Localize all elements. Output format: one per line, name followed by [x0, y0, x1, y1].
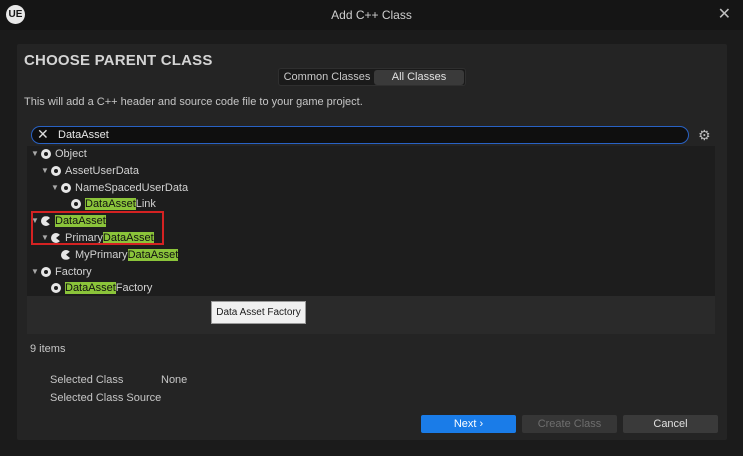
search-box: ✕: [31, 126, 689, 144]
tree-row[interactable]: ▼ DataAsset: [27, 213, 715, 229]
tree-row-label: Object: [55, 146, 87, 162]
page-title: CHOOSE PARENT CLASS: [24, 52, 213, 69]
tree-row-text: NameSpacedUserData: [75, 181, 189, 194]
selected-class-label: Selected Class: [50, 374, 124, 386]
item-count: 9 items: [30, 343, 66, 355]
expand-arrow-icon[interactable]: ▼: [41, 163, 49, 179]
search-match-highlight: DataAsset: [55, 215, 106, 228]
next-button[interactable]: Next ›: [421, 415, 516, 433]
selected-class-source-label: Selected Class Source: [50, 392, 162, 404]
class-filter-toggle: Common Classes All Classes: [278, 68, 466, 86]
tree-row-label: MyPrimaryDataAsset: [75, 247, 179, 263]
tree-row-text: Link: [135, 198, 156, 211]
tree-row-text: Factory: [115, 282, 153, 295]
clear-search-icon[interactable]: ✕: [37, 126, 49, 143]
tree-row-label: Factory: [55, 264, 92, 280]
description-text: This will add a C++ header and source co…: [24, 96, 363, 108]
tree-row-text: Object: [55, 148, 87, 160]
tree-row-label: NameSpacedUserData: [75, 180, 188, 196]
add-cpp-class-window: UE Add C++ Class ✕ CHOOSE PARENT CLASS C…: [0, 0, 743, 456]
tree-row-text: AssetUserData: [65, 164, 139, 177]
gear-icon[interactable]: ⚙: [698, 127, 711, 144]
tree-row[interactable]: ▼ Factory: [27, 264, 715, 280]
expand-arrow-icon[interactable]: ▼: [31, 213, 39, 229]
tree-row-text: Primary: [65, 232, 103, 244]
tree-row-label: DataAssetFactory: [65, 280, 152, 296]
tree-row-text: Factory: [55, 265, 92, 278]
tree-row[interactable]: MyPrimaryDataAsset: [27, 247, 715, 263]
class-tree: ▼ Object ▼ AssetUserData ▼ NameSpacedUserData…: [27, 146, 715, 296]
data-asset-icon: [51, 233, 61, 243]
selected-class-value: None: [161, 374, 188, 386]
search-match-highlight: DataAsset: [65, 282, 116, 295]
chevron-right-icon: ›: [479, 418, 484, 430]
tree-row[interactable]: DataAssetLink: [27, 196, 715, 212]
tree-row-label: DataAssetLink: [85, 196, 156, 212]
tree-row-label: AssetUserData: [65, 163, 139, 179]
tree-row-label: PrimaryDataAsset: [65, 230, 154, 246]
cancel-button[interactable]: Cancel: [623, 415, 718, 433]
tree-row[interactable]: DataAssetFactory: [27, 280, 715, 296]
expand-arrow-icon[interactable]: ▼: [31, 264, 39, 280]
close-icon[interactable]: ✕: [718, 4, 731, 24]
search-match-highlight: DataAsset: [102, 232, 154, 244]
tree-row[interactable]: ▼ PrimaryDataAsset: [27, 230, 715, 246]
tooltip: Data Asset Factory: [211, 301, 306, 324]
tree-row-text: MyPrimary: [75, 248, 128, 261]
title-bar[interactable]: UE Add C++ Class ✕: [0, 0, 743, 30]
tree-empty-area: [27, 296, 715, 334]
object-icon: [51, 283, 61, 294]
data-asset-icon: [41, 216, 51, 227]
tree-row[interactable]: ▼ Object: [27, 146, 715, 162]
search-match-highlight: DataAsset: [127, 248, 179, 261]
expand-arrow-icon[interactable]: ▼: [51, 180, 59, 196]
object-icon: [51, 165, 61, 176]
expand-arrow-icon[interactable]: ▼: [41, 230, 49, 246]
next-button-label: Next: [453, 418, 477, 430]
tab-common-classes[interactable]: Common Classes: [281, 70, 373, 85]
window-title: Add C++ Class: [331, 8, 412, 22]
tree-row-label: DataAsset: [55, 213, 106, 229]
object-icon: [41, 149, 51, 159]
tab-all-classes[interactable]: All Classes: [374, 70, 464, 85]
object-icon: [71, 199, 81, 210]
tree-row[interactable]: ▼ NameSpacedUserData: [27, 180, 715, 196]
search-input[interactable]: [58, 128, 678, 142]
object-icon: [41, 266, 51, 277]
search-match-highlight: DataAsset: [85, 198, 136, 211]
object-icon: [61, 182, 71, 193]
data-asset-icon: [61, 249, 71, 260]
create-class-button[interactable]: Create Class: [522, 415, 617, 433]
tree-row[interactable]: ▼ AssetUserData: [27, 163, 715, 179]
expand-arrow-icon[interactable]: ▼: [31, 146, 39, 162]
